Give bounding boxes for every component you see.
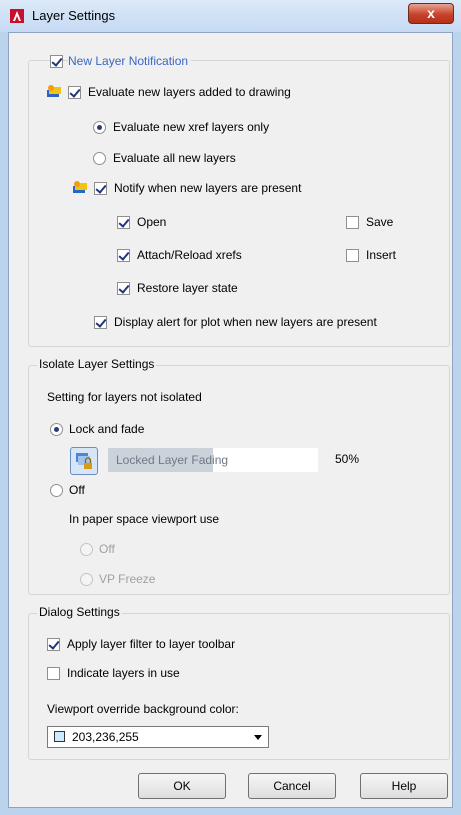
- apply-layer-filter-checkbox[interactable]: [47, 638, 60, 651]
- locked-layer-fading-slider[interactable]: Locked Layer Fading: [108, 448, 318, 472]
- lock-and-fade-label: Lock and fade: [69, 422, 145, 436]
- notify-new-layers-checkbox[interactable]: [94, 182, 107, 195]
- vp-freeze-label: VP Freeze: [99, 572, 156, 586]
- chevron-down-icon: [254, 735, 262, 740]
- locked-layer-fade-button[interactable]: [70, 447, 98, 475]
- plot-alert-label: Display alert for plot when new layers a…: [114, 315, 377, 329]
- restore-layer-state-checkbox[interactable]: [117, 282, 130, 295]
- isolate-subtitle: Setting for layers not isolated: [47, 390, 202, 404]
- restore-layer-state-label: Restore layer state: [137, 281, 238, 295]
- locked-layer-fading-label: Locked Layer Fading: [116, 453, 229, 467]
- bg-color-value: 203,236,255: [72, 730, 139, 744]
- ok-button[interactable]: OK: [138, 773, 226, 799]
- locked-layer-icon: [76, 453, 92, 469]
- attach-reload-xrefs-checkbox[interactable]: [117, 249, 130, 262]
- indicate-layers-in-use-label: Indicate layers in use: [67, 666, 180, 680]
- isolate-layer-settings-title: Isolate Layer Settings: [37, 357, 157, 371]
- viewport-off-label: Off: [99, 542, 115, 556]
- isolate-off-radio[interactable]: [50, 484, 63, 497]
- evaluate-new-layers-label: Evaluate new layers added to drawing: [88, 85, 291, 99]
- attach-reload-xrefs-label: Attach/Reload xrefs: [137, 248, 242, 262]
- layer-settings-window: Layer Settings x New Layer Notification …: [0, 0, 461, 815]
- open-label: Open: [137, 215, 167, 229]
- insert-label: Insert: [366, 248, 397, 262]
- new-layer-notification-checkbox[interactable]: [50, 55, 63, 68]
- evaluate-all-layers-radio[interactable]: [93, 152, 106, 165]
- save-label: Save: [366, 215, 394, 229]
- insert-checkbox[interactable]: [346, 249, 359, 262]
- help-button[interactable]: Help: [360, 773, 448, 799]
- notify-new-layers-label: Notify when new layers are present: [114, 181, 302, 195]
- open-checkbox[interactable]: [117, 216, 130, 229]
- evaluate-all-layers-label: Evaluate all new layers: [113, 151, 236, 165]
- title-bar[interactable]: Layer Settings x: [0, 0, 461, 32]
- autocad-app-icon: [10, 9, 24, 23]
- paper-space-label: In paper space viewport use: [69, 512, 220, 526]
- dialog-settings-title: Dialog Settings: [37, 605, 122, 619]
- apply-layer-filter-label: Apply layer filter to layer toolbar: [67, 637, 236, 651]
- notify-layers-icon: [73, 181, 87, 193]
- close-icon: x: [427, 5, 435, 21]
- evaluate-xref-only-label: Evaluate new xref layers only: [113, 120, 270, 134]
- new-layer-notification-group: [28, 60, 450, 347]
- indicate-layers-in-use-checkbox[interactable]: [47, 667, 60, 680]
- window-title: Layer Settings: [32, 8, 116, 23]
- color-swatch: [54, 731, 65, 742]
- fading-percent-value: 50%: [335, 452, 360, 466]
- new-layer-notification-label: New Layer Notification: [68, 54, 192, 68]
- isolate-off-label: Off: [69, 483, 85, 497]
- evaluate-new-layers-checkbox[interactable]: [68, 86, 81, 99]
- close-button[interactable]: x: [408, 3, 454, 24]
- layer-notification-icon: [47, 85, 61, 97]
- viewport-off-radio[interactable]: [80, 543, 93, 556]
- lock-and-fade-radio[interactable]: [50, 423, 63, 436]
- vp-freeze-radio[interactable]: [80, 573, 93, 586]
- viewport-bg-color-label: Viewport override background color:: [47, 702, 239, 716]
- plot-alert-checkbox[interactable]: [94, 316, 107, 329]
- save-checkbox[interactable]: [346, 216, 359, 229]
- evaluate-xref-only-radio[interactable]: [93, 121, 106, 134]
- cancel-button[interactable]: Cancel: [248, 773, 336, 799]
- viewport-bg-color-dropdown[interactable]: 203,236,255: [47, 726, 269, 748]
